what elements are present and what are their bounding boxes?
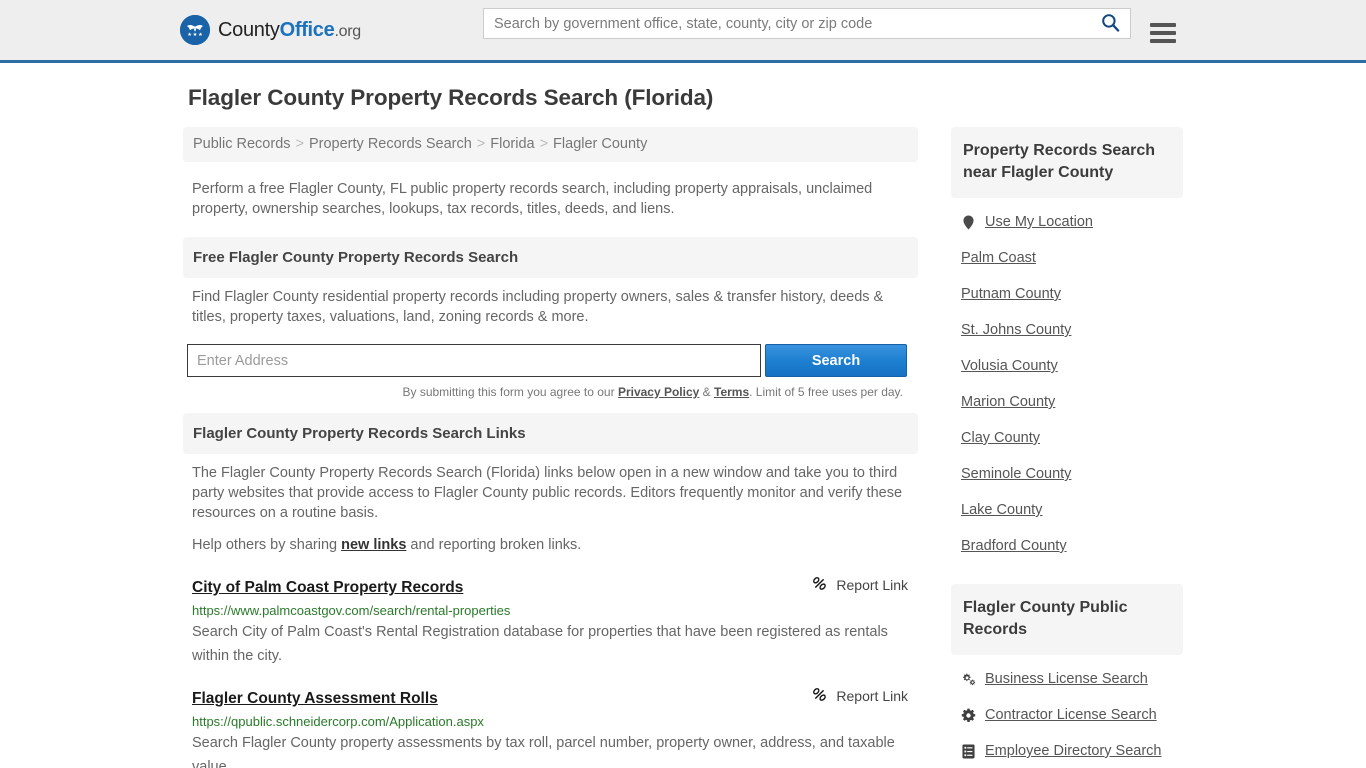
sidebar-item-contractor-license-search[interactable]: Contractor License Search bbox=[961, 697, 1183, 733]
logo-text-office: Office bbox=[279, 18, 335, 41]
sidebar-link-business-license-search[interactable]: Business License Search bbox=[985, 671, 1148, 687]
public-records-panel: Flagler County Public Records Business L… bbox=[951, 584, 1183, 768]
result-description: Search Flagler County property assessmen… bbox=[192, 735, 895, 768]
sidebar-item-clay-county[interactable]: Clay County bbox=[961, 420, 1183, 456]
sidebar-item-palm-coast[interactable]: Palm Coast bbox=[961, 240, 1183, 276]
sidebar-link-volusia-county[interactable]: Volusia County bbox=[961, 358, 1058, 374]
free-search-description: Find Flagler County residential property… bbox=[192, 289, 884, 325]
hamburger-menu-icon[interactable] bbox=[1150, 22, 1176, 44]
broken-link-icon bbox=[811, 686, 828, 706]
address-search-form: Search bbox=[187, 344, 907, 377]
sidebar-item-marion-county[interactable]: Marion County bbox=[961, 384, 1183, 420]
sidebar-item-volusia-county[interactable]: Volusia County bbox=[961, 348, 1183, 384]
result-item: Flagler County Assessment Rolls Report L… bbox=[183, 686, 918, 768]
breadcrumb-item-flagler-county[interactable]: Flagler County bbox=[553, 136, 647, 152]
breadcrumb: Public Records > Property Records Search > F… bbox=[183, 127, 918, 162]
sidebar-link-clay-county[interactable]: Clay County bbox=[961, 430, 1040, 446]
global-search-input[interactable] bbox=[484, 9, 1090, 38]
page-container: Flagler County Property Records Search (… bbox=[183, 63, 1183, 768]
sidebar-link-putnam-county[interactable]: Putnam County bbox=[961, 286, 1061, 302]
cogs-icon bbox=[961, 671, 976, 687]
map-pin-icon bbox=[961, 214, 976, 230]
breadcrumb-item-public-records[interactable]: Public Records bbox=[193, 136, 291, 152]
report-link-button[interactable]: Report Link bbox=[811, 575, 912, 595]
sidebar-link-seminole-county[interactable]: Seminole County bbox=[961, 466, 1071, 482]
site-logo[interactable]: CountyOffice.org bbox=[180, 15, 361, 45]
sidebar-item-business-license-search[interactable]: Business License Search bbox=[961, 661, 1183, 697]
sidebar-item-use-my-location[interactable]: Use My Location bbox=[961, 204, 1183, 240]
sidebar-link-employee-directory-search[interactable]: Employee Directory Search bbox=[985, 743, 1162, 759]
terms-link[interactable]: Terms bbox=[714, 385, 749, 399]
report-link-button[interactable]: Report Link bbox=[811, 686, 912, 706]
sidebar-item-putnam-county[interactable]: Putnam County bbox=[961, 276, 1183, 312]
result-header: City of Palm Coast Property Records Repo… bbox=[192, 575, 912, 597]
privacy-policy-link[interactable]: Privacy Policy bbox=[618, 385, 699, 399]
sidebar-link-bradford-county[interactable]: Bradford County bbox=[961, 538, 1067, 554]
hamburger-bar bbox=[1150, 39, 1176, 43]
share-suffix: and reporting broken links. bbox=[406, 537, 582, 553]
report-link-label: Report Link bbox=[836, 577, 908, 593]
global-search-submit-button[interactable] bbox=[1090, 9, 1130, 38]
page-title: Flagler County Property Records Search (… bbox=[188, 85, 714, 110]
free-search-heading: Free Flagler County Property Records Sea… bbox=[183, 237, 918, 278]
result-item: City of Palm Coast Property Records Repo… bbox=[183, 575, 918, 668]
hamburger-bar bbox=[1150, 23, 1176, 27]
share-prefix: Help others by sharing bbox=[192, 537, 342, 553]
logo-text-county: County bbox=[218, 18, 280, 41]
site-header: CountyOffice.org bbox=[0, 0, 1366, 63]
sidebar-item-seminole-county[interactable]: Seminole County bbox=[961, 456, 1183, 492]
result-url: https://qpublic.schneidercorp.com/Applic… bbox=[192, 714, 484, 729]
sidebar-link-marion-county[interactable]: Marion County bbox=[961, 394, 1055, 410]
sidebar-item-st-johns-county[interactable]: St. Johns County bbox=[961, 312, 1183, 348]
result-title-link[interactable]: City of Palm Coast Property Records bbox=[192, 579, 463, 597]
sidebar-link-contractor-license-search[interactable]: Contractor License Search bbox=[985, 707, 1157, 723]
breadcrumb-item-florida[interactable]: Florida bbox=[490, 136, 534, 152]
sidebar-link-st-johns-county[interactable]: St. Johns County bbox=[961, 322, 1071, 338]
nearby-search-heading: Property Records Search near Flagler Cou… bbox=[951, 127, 1183, 198]
address-search-submit-button[interactable]: Search bbox=[765, 344, 907, 377]
result-title-link[interactable]: Flagler County Assessment Rolls bbox=[192, 690, 438, 708]
address-search-input[interactable] bbox=[187, 344, 761, 377]
public-records-list: Business License Search Contractor Licen… bbox=[951, 655, 1183, 768]
breadcrumb-separator: > bbox=[539, 136, 549, 152]
sidebar-link-lake-county[interactable]: Lake County bbox=[961, 502, 1042, 518]
disclaimer-prefix: By submitting this form you agree to our bbox=[402, 385, 618, 399]
list-alt-icon bbox=[961, 743, 976, 759]
logo-text-org: .org bbox=[334, 22, 361, 40]
breadcrumb-separator: > bbox=[476, 136, 486, 152]
result-header: Flagler County Assessment Rolls Report L… bbox=[192, 686, 912, 708]
header-inner: CountyOffice.org bbox=[180, 0, 1183, 60]
new-links-link[interactable]: new links bbox=[341, 537, 406, 553]
sidebar-link-palm-coast[interactable]: Palm Coast bbox=[961, 250, 1036, 266]
nearby-search-panel: Property Records Search near Flagler Cou… bbox=[951, 127, 1183, 564]
sidebar-link-use-my-location[interactable]: Use My Location bbox=[985, 214, 1093, 230]
county-office-seal-icon bbox=[180, 15, 210, 45]
sidebar-item-employee-directory-search[interactable]: Employee Directory Search bbox=[961, 733, 1183, 768]
cog-icon bbox=[961, 707, 976, 723]
sidebar-item-lake-county[interactable]: Lake County bbox=[961, 492, 1183, 528]
sidebar-item-bradford-county[interactable]: Bradford County bbox=[961, 528, 1183, 564]
public-records-heading: Flagler County Public Records bbox=[951, 584, 1183, 655]
page-intro-text: Perform a free Flagler County, FL public… bbox=[192, 181, 873, 217]
global-search-bar bbox=[483, 8, 1176, 43]
main-column: Public Records > Property Records Search > F… bbox=[183, 127, 918, 768]
form-disclaimer: By submitting this form you agree to our… bbox=[183, 385, 904, 399]
report-link-label: Report Link bbox=[836, 688, 908, 704]
hamburger-bar bbox=[1150, 31, 1176, 35]
disclaimer-suffix: . Limit of 5 free uses per day. bbox=[749, 385, 903, 399]
share-links-paragraph: Help others by sharing new links and rep… bbox=[183, 527, 918, 559]
result-description: Search City of Palm Coast's Rental Regis… bbox=[192, 624, 888, 664]
result-url: https://www.palmcoastgov.com/search/rent… bbox=[192, 603, 511, 618]
site-logo-text: CountyOffice.org bbox=[218, 19, 361, 42]
search-links-heading: Flagler County Property Records Search L… bbox=[183, 413, 918, 454]
disclaimer-amp: & bbox=[699, 385, 714, 399]
search-icon bbox=[1101, 13, 1120, 35]
nearby-search-list: Use My Location Palm Coast Putnam County… bbox=[951, 198, 1183, 564]
sidebar: Property Records Search near Flagler Cou… bbox=[951, 127, 1183, 768]
breadcrumb-item-property-records-search[interactable]: Property Records Search bbox=[309, 136, 472, 152]
breadcrumb-separator: > bbox=[295, 136, 304, 152]
broken-link-icon bbox=[811, 575, 828, 595]
search-links-paragraph: The Flagler County Property Records Sear… bbox=[192, 465, 903, 521]
content-columns: Public Records > Property Records Search > F… bbox=[183, 127, 1183, 768]
